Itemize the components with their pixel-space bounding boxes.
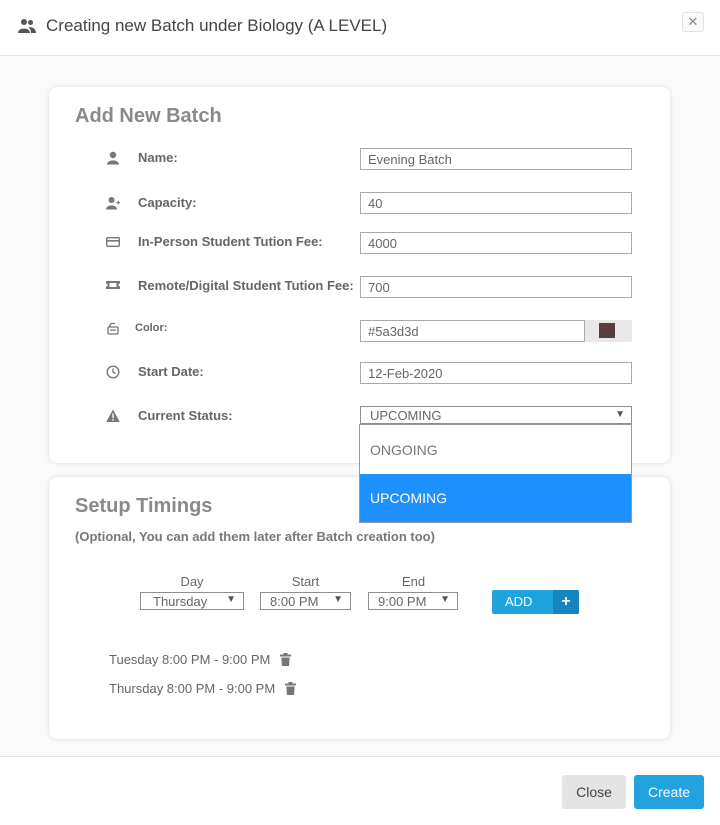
color-swatch [599, 323, 615, 338]
trash-icon[interactable] [284, 682, 296, 695]
close-button[interactable]: Close [562, 775, 626, 809]
user-plus-icon [106, 197, 120, 210]
credit-card-icon [106, 237, 120, 247]
current-status-value: UPCOMING [370, 408, 442, 423]
end-time-select[interactable]: 9:00 PM ▼ [368, 592, 458, 610]
in-person-fee-label: In-Person Student Tution Fee: [138, 234, 323, 249]
status-option-ongoing[interactable]: ONGOING [360, 426, 631, 474]
start-date-field[interactable]: 12-Feb-2020 [360, 362, 632, 384]
add-timing-label: ADD [505, 594, 533, 609]
modal-body: Add New Batch Name: Evening Batch Capaci… [0, 56, 720, 756]
color-field[interactable]: #5a3d3d [360, 320, 585, 342]
start-time-select[interactable]: 8:00 PM ▼ [260, 592, 351, 610]
timing-item: Thursday 8:00 PM - 9:00 PM [109, 681, 296, 696]
remote-fee-label: Remote/Digital Student Tution Fee: [138, 278, 354, 293]
add-timing-button[interactable]: ADD + [492, 590, 579, 614]
start-date-label: Start Date: [138, 364, 204, 379]
user-icon [107, 151, 119, 165]
color-label: Color: [135, 322, 168, 334]
day-value: Thursday [153, 594, 208, 609]
dropdown-arrow-icon: ▼ [226, 594, 236, 605]
setup-timings-subtitle: (Optional, You can add them later after … [75, 529, 435, 544]
paint-icon [107, 322, 119, 335]
add-batch-title: Add New Batch [75, 105, 222, 127]
day-label: Day [180, 574, 204, 589]
current-status-label: Current Status: [138, 408, 233, 423]
dropdown-arrow-icon: ▼ [615, 409, 625, 420]
modal-header: Creating new Batch under Biology (A LEVE… [0, 0, 720, 56]
modal-title: Creating new Batch under Biology (A LEVE… [46, 16, 388, 35]
day-select[interactable]: Thursday ▼ [140, 592, 244, 610]
ticket-icon [106, 281, 120, 289]
current-status-select[interactable]: UPCOMING ▼ [360, 406, 632, 424]
create-batch-modal: Creating new Batch under Biology (A LEVE… [0, 0, 720, 825]
timing-item-text: Tuesday 8:00 PM - 9:00 PM [109, 652, 271, 667]
plus-icon: + [553, 590, 579, 614]
name-field[interactable]: Evening Batch [360, 148, 632, 170]
end-label: End [401, 574, 426, 589]
warning-icon [106, 409, 120, 422]
setup-timings-title: Setup Timings [75, 495, 213, 517]
name-label: Name: [138, 150, 178, 165]
users-icon [18, 19, 36, 33]
close-icon[interactable]: ✕ [682, 12, 704, 32]
start-label: Start [291, 574, 320, 589]
dropdown-arrow-icon: ▼ [440, 594, 450, 605]
clock-icon [106, 365, 120, 379]
add-batch-card: Add New Batch Name: Evening Batch Capaci… [49, 87, 670, 463]
dropdown-arrow-icon: ▼ [333, 594, 343, 605]
modal-footer: Close Create [0, 756, 720, 825]
timing-item-text: Thursday 8:00 PM - 9:00 PM [109, 681, 276, 696]
start-time-value: 8:00 PM [270, 594, 319, 609]
capacity-field[interactable]: 40 [360, 192, 632, 214]
end-time-value: 9:00 PM [378, 594, 427, 609]
in-person-fee-field[interactable]: 4000 [360, 232, 632, 254]
color-picker-button[interactable] [585, 320, 632, 342]
create-button[interactable]: Create [634, 775, 704, 809]
trash-icon[interactable] [280, 653, 291, 666]
status-option-upcoming[interactable]: UPCOMING [360, 474, 631, 522]
status-dropdown-list: ONGOING UPCOMING [359, 424, 632, 523]
timing-item: Tuesday 8:00 PM - 9:00 PM [109, 652, 291, 667]
capacity-label: Capacity: [138, 195, 197, 210]
remote-fee-field[interactable]: 700 [360, 276, 632, 298]
